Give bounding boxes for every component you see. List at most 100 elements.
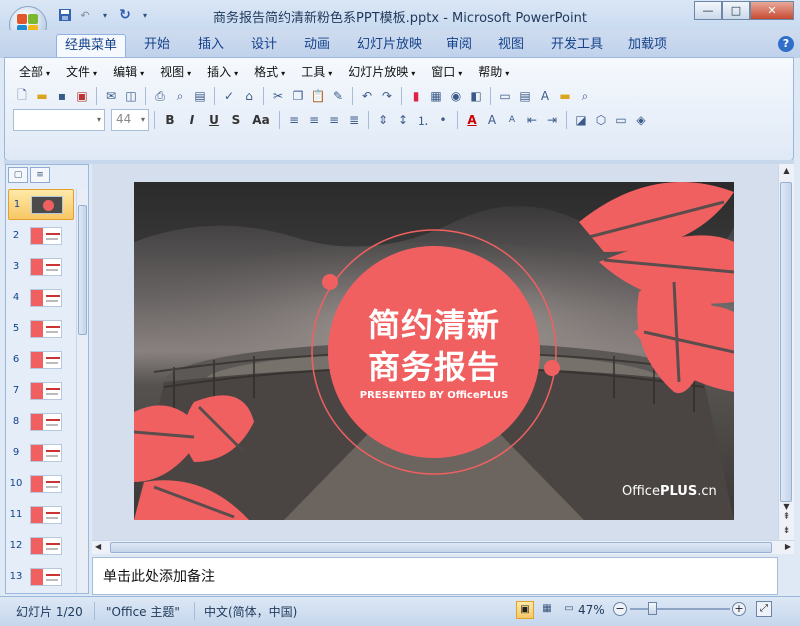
- grow-font-icon[interactable]: A: [483, 111, 501, 129]
- slide-thumbnail[interactable]: 4: [8, 282, 74, 313]
- cut-icon[interactable]: ✂: [269, 87, 287, 105]
- slide-thumbnail[interactable]: 11: [8, 499, 74, 530]
- open-icon[interactable]: ▬: [33, 87, 51, 105]
- menu-edit[interactable]: 编辑 ▾: [105, 63, 152, 81]
- fit-to-window-icon[interactable]: ⤢: [756, 601, 772, 617]
- new-slide-icon[interactable]: ▭: [496, 87, 514, 105]
- spelling-icon[interactable]: ✓: [220, 87, 238, 105]
- tab-design[interactable]: 设计: [243, 34, 285, 58]
- save-icon[interactable]: ▪: [53, 87, 71, 105]
- slide-sorter-icon[interactable]: ▦: [538, 601, 556, 619]
- scroll-thumb[interactable]: [110, 542, 772, 553]
- find-icon[interactable]: ⌕: [576, 87, 594, 105]
- slide-thumbnail[interactable]: 13: [8, 561, 74, 592]
- tab-review[interactable]: 审阅: [438, 34, 480, 58]
- menu-insert[interactable]: 插入 ▾: [199, 63, 246, 81]
- slide-thumbnail[interactable]: 10: [8, 468, 74, 499]
- numbering-icon[interactable]: ⒈: [414, 111, 432, 129]
- align-left-icon[interactable]: ≡: [285, 111, 303, 129]
- theme-name[interactable]: "Office 主题": [106, 603, 180, 620]
- picture-icon[interactable]: ▬: [556, 87, 574, 105]
- menu-slideshow[interactable]: 幻灯片放映 ▾: [340, 63, 423, 81]
- scroll-thumb[interactable]: [780, 182, 792, 502]
- slide-thumbnail[interactable]: 1: [8, 189, 74, 220]
- slide-thumbnail[interactable]: 12: [8, 530, 74, 561]
- slide-thumbnail[interactable]: 2: [8, 220, 74, 251]
- menu-help[interactable]: 帮助 ▾: [470, 63, 517, 81]
- slide-canvas[interactable]: 简约清新 商务报告 PRESENTED BY OfficePLUS Office…: [134, 182, 734, 520]
- slides-tab[interactable]: ▢: [8, 167, 28, 183]
- quick-styles-icon[interactable]: ▭: [612, 111, 630, 129]
- align-center-icon[interactable]: ≡: [305, 111, 323, 129]
- menu-all[interactable]: 全部 ▾: [11, 63, 58, 81]
- tab-classic-menu[interactable]: 经典菜单: [56, 34, 127, 58]
- new-icon[interactable]: 🗋: [13, 87, 31, 105]
- color-grayscale-icon[interactable]: ◧: [467, 87, 485, 105]
- menu-tools[interactable]: 工具 ▾: [293, 63, 340, 81]
- slide-thumbnail[interactable]: 3: [8, 251, 74, 282]
- redo-icon[interactable]: ↷: [378, 87, 396, 105]
- permission-icon[interactable]: ▣: [73, 87, 91, 105]
- table-icon[interactable]: ▦: [427, 87, 445, 105]
- language-indicator[interactable]: 中文(简体，中国): [204, 603, 297, 620]
- scroll-right-icon[interactable]: ▶: [785, 542, 791, 551]
- justify-icon[interactable]: ≣: [345, 111, 363, 129]
- slide-thumbnail[interactable]: 6: [8, 344, 74, 375]
- notes-pane[interactable]: 单击此处添加备注: [92, 557, 778, 595]
- scroll-up-icon[interactable]: ▲: [781, 166, 792, 178]
- slide-thumbnail[interactable]: 7: [8, 375, 74, 406]
- layout-icon[interactable]: ▤: [516, 87, 534, 105]
- arrange-icon[interactable]: ◪: [572, 111, 590, 129]
- menu-file[interactable]: 文件 ▾: [58, 63, 105, 81]
- slide-thumbnail[interactable]: 5: [8, 313, 74, 344]
- tab-slideshow[interactable]: 幻灯片放映: [349, 34, 430, 58]
- research-icon[interactable]: ▤: [191, 87, 209, 105]
- shrink-font-icon[interactable]: A: [503, 111, 521, 129]
- change-case-button[interactable]: Aa: [248, 110, 274, 130]
- undo-icon[interactable]: ↶: [358, 87, 376, 105]
- font-color-icon[interactable]: A: [463, 111, 481, 129]
- shadow-button[interactable]: S: [226, 110, 246, 130]
- slide-thumbnail[interactable]: 8: [8, 406, 74, 437]
- text-direction-icon[interactable]: ⇕: [374, 111, 392, 129]
- tab-developer[interactable]: 开发工具: [543, 34, 611, 58]
- shape-fill-icon[interactable]: ◈: [632, 111, 650, 129]
- copy-icon[interactable]: ❐: [289, 87, 307, 105]
- tab-insert[interactable]: 插入: [190, 34, 232, 58]
- slide-vertical-scrollbar[interactable]: ▲ ▼ ⇞ ⇟: [778, 164, 794, 542]
- normal-view-icon[interactable]: ▣: [516, 601, 534, 619]
- tab-view[interactable]: 视图: [490, 34, 532, 58]
- textbox-icon[interactable]: A: [536, 87, 554, 105]
- email-icon[interactable]: ✉: [102, 87, 120, 105]
- slide-thumbnail[interactable]: 9: [8, 437, 74, 468]
- tab-animation[interactable]: 动画: [296, 34, 338, 58]
- maximize-button[interactable]: □: [722, 1, 750, 20]
- zoom-slider-track[interactable]: [630, 608, 730, 610]
- align-right-icon[interactable]: ≡: [325, 111, 343, 129]
- shapes-icon[interactable]: ⬡: [592, 111, 610, 129]
- previous-slide-icon[interactable]: ⇞: [781, 512, 792, 522]
- slide-horizontal-scrollbar[interactable]: ◀ ▶: [92, 540, 794, 554]
- print-icon[interactable]: ⎙: [151, 87, 169, 105]
- zoom-level[interactable]: 47%: [578, 603, 605, 617]
- thumbnail-scrollbar[interactable]: [76, 189, 88, 593]
- scroll-down-icon[interactable]: ▼: [781, 502, 792, 511]
- close-button[interactable]: ✕: [750, 1, 794, 20]
- line-spacing-icon[interactable]: ↕: [394, 111, 412, 129]
- bold-button[interactable]: B: [160, 110, 180, 130]
- scroll-thumb[interactable]: [78, 205, 87, 335]
- zoom-in-icon[interactable]: +: [732, 602, 746, 616]
- zoom-out-icon[interactable]: −: [613, 602, 627, 616]
- tab-addins[interactable]: 加载项: [620, 34, 675, 58]
- menu-view[interactable]: 视图 ▾: [152, 63, 199, 81]
- italic-button[interactable]: I: [182, 110, 202, 130]
- help-icon[interactable]: ?: [778, 36, 794, 52]
- chart-icon[interactable]: ▮: [407, 87, 425, 105]
- scroll-left-icon[interactable]: ◀: [95, 542, 101, 551]
- translate-icon[interactable]: ⌂: [240, 87, 258, 105]
- publish-icon[interactable]: ◫: [122, 87, 140, 105]
- font-size-combo[interactable]: 44 ▾: [111, 109, 149, 131]
- bullets-icon[interactable]: •: [434, 111, 452, 129]
- menu-window[interactable]: 窗口 ▾: [423, 63, 470, 81]
- increase-indent-icon[interactable]: ⇥: [543, 111, 561, 129]
